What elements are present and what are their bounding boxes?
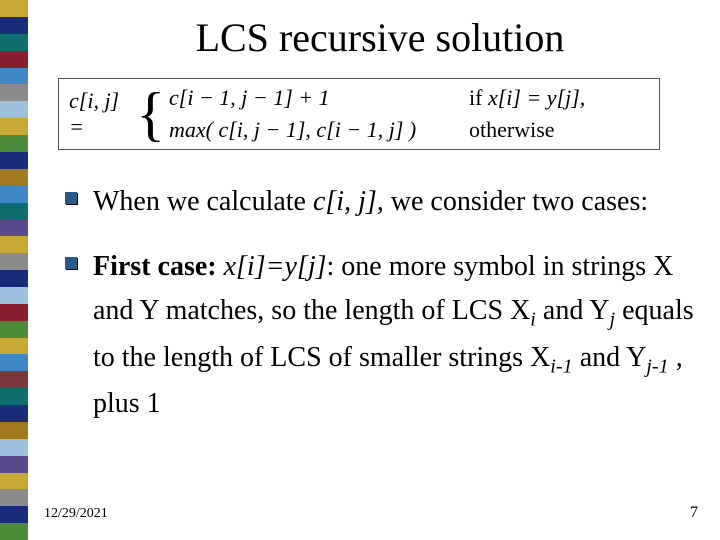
recurrence-formula: c[i, j] = { c[i − 1, j − 1] + 1 if x[i] … — [58, 78, 660, 150]
bullet-1-text: When we calculate c[i, j], we consider t… — [93, 186, 648, 217]
slide-title: LCS recursive solution — [60, 14, 700, 61]
bullet-1: When we calculate c[i, j], we consider t… — [65, 180, 710, 223]
bullet-2: First case: x[i]=y[j]: one more symbol i… — [65, 245, 710, 425]
footer-page-number: 7 — [690, 504, 698, 522]
square-bullet-icon — [65, 192, 77, 204]
case2-cond: otherwise — [469, 117, 649, 143]
brace-icon: { — [136, 88, 165, 140]
case1-expr: c[i − 1, j − 1] + 1 — [169, 85, 469, 111]
slide: LCS recursive solution c[i, j] = { c[i −… — [0, 0, 720, 540]
formula-cases: c[i − 1, j − 1] + 1 if x[i] = y[j], max(… — [169, 85, 649, 143]
footer-date: 12/29/2021 — [44, 506, 108, 522]
square-bullet-icon — [65, 257, 77, 269]
case2-expr: max( c[i, j − 1], c[i − 1, j] ) — [169, 117, 469, 143]
bullet-2-text: First case: x[i]=y[j]: one more symbol i… — [93, 251, 694, 419]
case1-cond: if x[i] = y[j], — [469, 85, 649, 111]
decorative-stripe — [0, 0, 28, 540]
slide-body: When we calculate c[i, j], we consider t… — [65, 180, 710, 448]
formula-lhs: c[i, j] = — [69, 88, 128, 140]
